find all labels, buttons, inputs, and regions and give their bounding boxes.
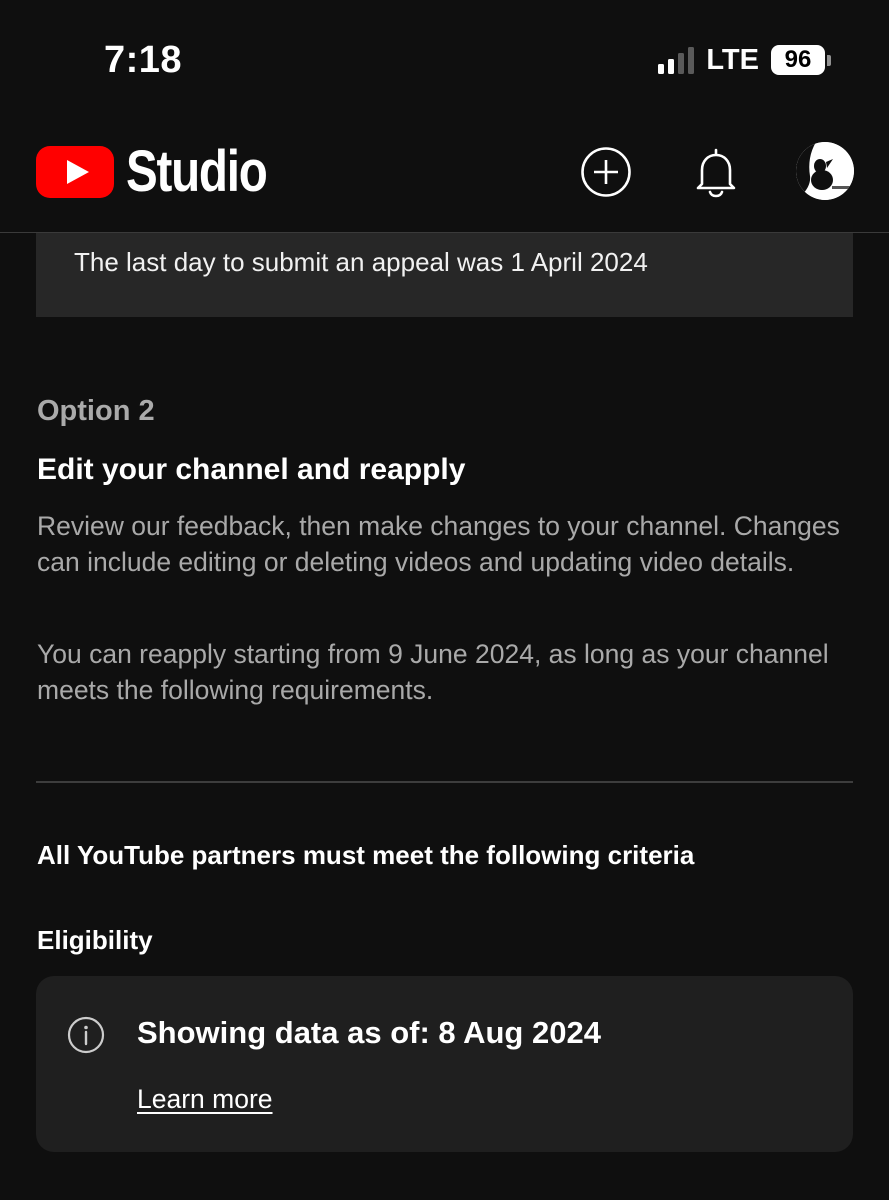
data-date-card: Showing data as of: 8 Aug 2024 Learn mor… bbox=[36, 976, 853, 1152]
learn-more-link[interactable]: Learn more bbox=[137, 1082, 273, 1116]
option-title: Edit your channel and reapply bbox=[37, 453, 466, 486]
battery-icon: 96 bbox=[771, 45, 831, 75]
status-bar: 7:18 LTE 96 bbox=[0, 0, 889, 120]
app-header: Studio bbox=[0, 120, 889, 233]
option-description: Review our feedback, then make changes t… bbox=[37, 511, 840, 577]
status-indicators: LTE 96 bbox=[658, 42, 831, 78]
option-label: Option 2 bbox=[37, 395, 155, 427]
criteria-heading: All YouTube partners must meet the follo… bbox=[37, 840, 695, 870]
network-type: LTE bbox=[706, 44, 759, 76]
appeal-notice: The last day to submit an appeal was 1 A… bbox=[36, 233, 853, 317]
avatar-image bbox=[796, 142, 854, 200]
create-button[interactable] bbox=[580, 146, 632, 198]
battery-tip bbox=[827, 54, 831, 66]
battery-level: 96 bbox=[771, 45, 825, 75]
status-time: 7:18 bbox=[104, 39, 183, 81]
youtube-logo-icon bbox=[36, 146, 114, 198]
avatar[interactable] bbox=[796, 142, 854, 200]
eligibility-heading: Eligibility bbox=[37, 925, 153, 955]
reapply-text: You can reapply starting from 9 June 202… bbox=[37, 639, 829, 705]
app-name: Studio bbox=[126, 139, 268, 204]
appeal-notice-text: The last day to submit an appeal was 1 A… bbox=[74, 247, 648, 277]
info-icon bbox=[67, 1016, 105, 1054]
data-date-title: Showing data as of: 8 Aug 2024 bbox=[137, 1015, 601, 1050]
cellular-signal-icon bbox=[658, 46, 695, 74]
create-icon bbox=[581, 147, 631, 197]
youtube-studio-logo[interactable]: Studio bbox=[36, 142, 297, 202]
divider bbox=[36, 781, 853, 783]
bell-icon bbox=[696, 148, 736, 198]
notifications-button[interactable] bbox=[690, 144, 742, 200]
